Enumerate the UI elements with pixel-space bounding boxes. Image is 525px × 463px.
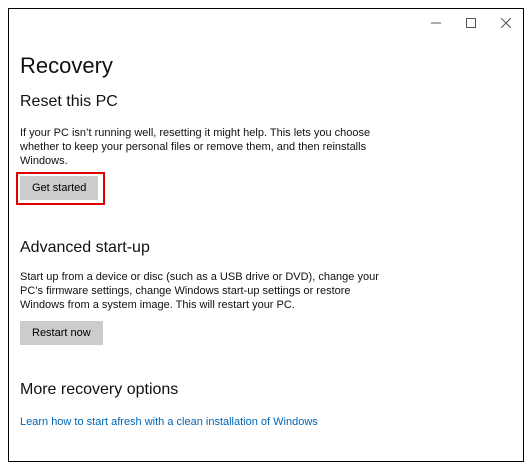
reset-description: If your PC isn’t running well, resetting… — [20, 126, 380, 168]
advanced-description-line: Windows from a system image. This will r… — [20, 299, 295, 311]
advanced-startup-description: Start up from a device or disc (such as … — [20, 270, 380, 312]
restart-now-button[interactable]: Restart now — [20, 321, 103, 345]
minimize-icon — [430, 22, 441, 24]
settings-window: Recovery Reset this PC If your PC isn’t … — [8, 8, 524, 462]
reset-heading: Reset this PC — [20, 93, 118, 110]
window-controls — [418, 9, 523, 37]
minimize-button[interactable] — [418, 9, 453, 37]
reset-description-line: Windows. — [20, 155, 68, 167]
reset-description-line: whether to keep your personal files or r… — [20, 141, 367, 153]
maximize-icon — [465, 18, 476, 28]
clean-install-link[interactable]: Learn how to start afresh with a clean i… — [20, 416, 318, 428]
close-icon — [500, 18, 511, 28]
advanced-description-line: Start up from a device or disc (such as … — [20, 271, 379, 283]
close-button[interactable] — [488, 9, 523, 37]
more-recovery-heading: More recovery options — [20, 381, 179, 398]
page-title: Recovery — [20, 53, 113, 78]
get-started-button[interactable]: Get started — [20, 176, 99, 200]
advanced-startup-heading: Advanced start-up — [20, 239, 150, 256]
reset-description-line: If your PC isn’t running well, resetting… — [20, 127, 371, 139]
maximize-button[interactable] — [453, 9, 488, 37]
advanced-description-line: PC’s firmware settings, change Windows s… — [20, 285, 351, 297]
